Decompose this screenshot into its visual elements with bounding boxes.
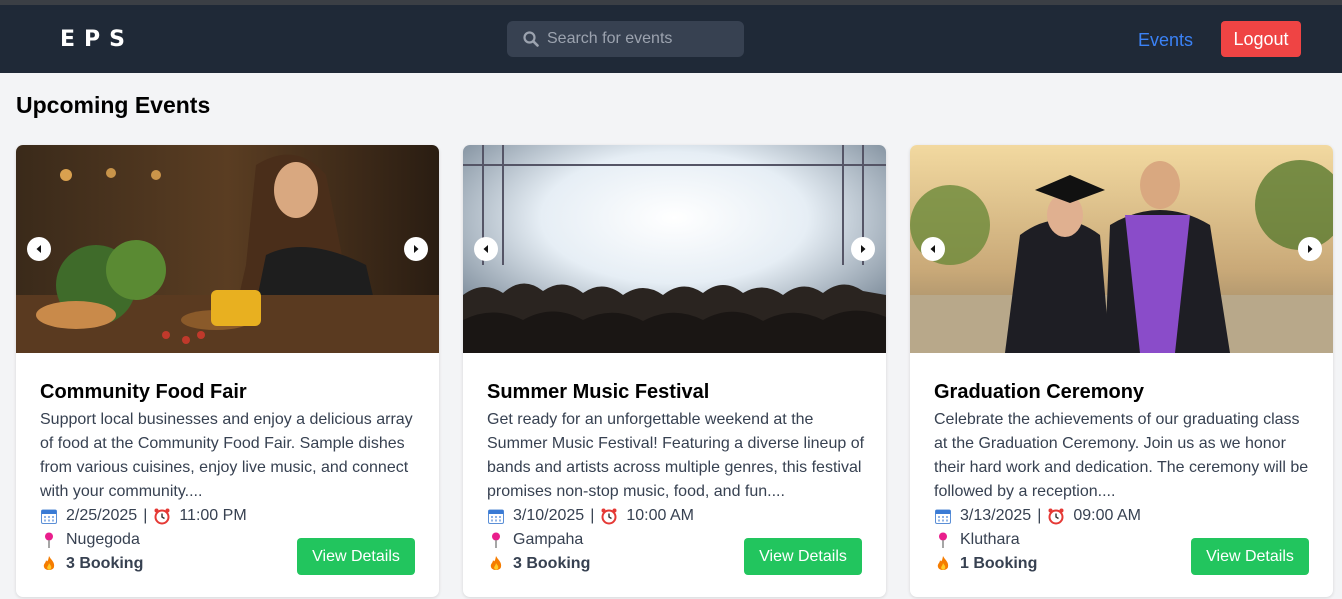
- event-bookings: 3 Booking: [513, 555, 591, 572]
- fire-icon: [40, 555, 58, 573]
- event-time: 11:00 PM: [179, 507, 247, 524]
- event-date: 3/13/2025: [960, 507, 1032, 524]
- separator: |: [143, 507, 148, 524]
- event-date: 3/10/2025: [513, 507, 585, 524]
- carousel-prev-button[interactable]: [27, 237, 51, 261]
- alarm-clock-icon: [600, 507, 618, 525]
- event-datetime: 3/13/2025 | 09:00 AM: [934, 504, 1314, 528]
- nav-link-events[interactable]: Events: [1138, 30, 1193, 51]
- event-image-carousel: [910, 145, 1333, 353]
- chevron-left-icon: [36, 245, 41, 253]
- pushpin-icon: [40, 531, 58, 549]
- event-title[interactable]: Graduation Ceremony: [934, 380, 1314, 404]
- event-date: 2/25/2025: [66, 507, 138, 524]
- pushpin-icon: [934, 531, 952, 549]
- separator: |: [1037, 507, 1042, 524]
- chevron-right-icon: [861, 245, 866, 253]
- chevron-right-icon: [1308, 245, 1313, 253]
- event-photo: [910, 145, 1333, 353]
- alarm-clock-icon: [1047, 507, 1065, 525]
- view-details-button[interactable]: View Details: [297, 538, 415, 575]
- event-datetime: 2/25/2025 | 11:00 PM: [40, 504, 420, 528]
- calendar-icon: [487, 507, 505, 525]
- chevron-left-icon: [930, 245, 935, 253]
- event-description: Celebrate the achievements of our gradua…: [934, 411, 1309, 500]
- carousel-prev-button[interactable]: [474, 237, 498, 261]
- navbar: EPS Events Logout: [0, 5, 1342, 73]
- event-bookings: 3 Booking: [66, 555, 144, 572]
- search-icon: [523, 31, 539, 47]
- carousel-next-button[interactable]: [404, 237, 428, 261]
- chevron-left-icon: [483, 245, 488, 253]
- logout-button[interactable]: Logout: [1221, 21, 1301, 57]
- event-photo: [463, 145, 886, 353]
- fire-icon: [934, 555, 952, 573]
- event-time: 10:00 AM: [626, 507, 694, 524]
- pushpin-icon: [487, 531, 505, 549]
- carousel-prev-button[interactable]: [921, 237, 945, 261]
- calendar-icon: [40, 507, 58, 525]
- event-location: Kluthara: [960, 531, 1020, 548]
- logo[interactable]: EPS: [60, 27, 134, 52]
- carousel-next-button[interactable]: [1298, 237, 1322, 261]
- event-description: Support local businesses and enjoy a del…: [40, 411, 413, 500]
- event-location: Nugegoda: [66, 531, 140, 548]
- event-card: Summer Music Festival Get ready for an u…: [463, 145, 886, 597]
- event-description: Get ready for an unforgettable weekend a…: [487, 411, 865, 500]
- event-title[interactable]: Summer Music Festival: [487, 380, 867, 404]
- chevron-right-icon: [414, 245, 419, 253]
- event-image-carousel: [463, 145, 886, 353]
- calendar-icon: [934, 507, 952, 525]
- event-time: 09:00 AM: [1073, 507, 1141, 524]
- carousel-next-button[interactable]: [851, 237, 875, 261]
- search-box[interactable]: [507, 21, 744, 57]
- event-bookings: 1 Booking: [960, 555, 1038, 572]
- alarm-clock-icon: [153, 507, 171, 525]
- view-details-button[interactable]: View Details: [1191, 538, 1309, 575]
- event-location: Gampaha: [513, 531, 584, 548]
- separator: |: [590, 507, 595, 524]
- event-title[interactable]: Community Food Fair: [40, 380, 420, 404]
- page-title: Upcoming Events: [16, 92, 211, 118]
- search-input[interactable]: [547, 30, 737, 48]
- event-datetime: 3/10/2025 | 10:00 AM: [487, 504, 867, 528]
- fire-icon: [487, 555, 505, 573]
- event-card: Graduation Ceremony Celebrate the achiev…: [910, 145, 1333, 597]
- event-photo: [16, 145, 439, 353]
- event-image-carousel: [16, 145, 439, 353]
- view-details-button[interactable]: View Details: [744, 538, 862, 575]
- event-card: Community Food Fair Support local busine…: [16, 145, 439, 597]
